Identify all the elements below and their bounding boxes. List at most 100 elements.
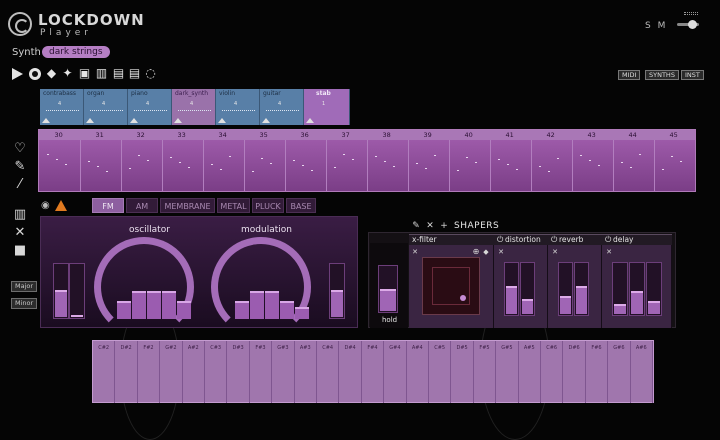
piano-key[interactable]: G#4 — [384, 341, 407, 403]
delay-fader[interactable] — [646, 262, 662, 316]
x-filter-handle[interactable] — [460, 295, 466, 301]
piano-key[interactable]: C#6 — [541, 341, 564, 403]
instrument-slot[interactable]: violin 4 — [216, 89, 260, 125]
tab-fm[interactable]: FM — [92, 198, 124, 213]
fx-header-x-filter[interactable]: x-filter — [409, 234, 494, 245]
shuffle-icon[interactable]: ✕ — [425, 221, 435, 231]
record-icon[interactable] — [29, 68, 41, 80]
triangle-icon[interactable] — [174, 118, 182, 123]
piano-key[interactable]: D#4 — [339, 341, 362, 403]
add-icon[interactable]: ⊕ — [471, 247, 481, 257]
mod-bar[interactable] — [295, 307, 309, 319]
lock-icon[interactable]: ■ — [13, 244, 27, 258]
reverb-fader[interactable] — [574, 262, 589, 316]
midi-button[interactable]: MIDI — [618, 70, 641, 80]
shuffle-icon[interactable]: ✕ — [13, 226, 27, 240]
inst-button[interactable]: INST — [681, 70, 704, 80]
piano-key[interactable]: F#5 — [474, 341, 497, 403]
library-icon[interactable]: ▥ — [95, 67, 108, 80]
tab-base[interactable]: BASE — [286, 198, 316, 213]
piano-key[interactable]: A#6 — [631, 341, 653, 403]
tab-membrane[interactable]: MEMBRANE — [160, 198, 215, 213]
triangle-icon[interactable] — [306, 118, 314, 123]
piano-key[interactable]: A#5 — [519, 341, 541, 403]
mod-bar[interactable] — [265, 291, 279, 319]
piano-key[interactable]: F#6 — [586, 341, 609, 403]
osc-bar[interactable] — [117, 301, 131, 319]
piano-key[interactable]: F#4 — [362, 341, 385, 403]
osc-bar[interactable] — [177, 301, 191, 319]
piano-key[interactable]: C#5 — [429, 341, 452, 403]
edit-icon[interactable]: ✎ — [13, 160, 27, 174]
erase-icon[interactable]: ◆ — [481, 247, 491, 257]
delay-fader[interactable] — [629, 262, 645, 316]
reverb-fader[interactable] — [558, 262, 573, 316]
piano-key[interactable]: C#4 — [317, 341, 340, 403]
piano-key[interactable]: C#3 — [205, 341, 228, 403]
piano-key[interactable]: C#2 — [93, 341, 116, 403]
brush-icon[interactable]: ⁄ — [13, 178, 27, 192]
preset-selector[interactable]: dark strings — [42, 46, 110, 58]
instrument-slot[interactable]: stab 1 — [304, 89, 350, 125]
minor-button[interactable]: Minor — [11, 298, 38, 309]
piano-key[interactable]: F#2 — [138, 341, 161, 403]
triangle-icon[interactable] — [218, 118, 226, 123]
mod-bar[interactable] — [280, 301, 294, 319]
instrument-slot[interactable]: guitar 4 — [260, 89, 304, 125]
fx-header-reverb[interactable]: ⏻ reverb — [548, 234, 602, 245]
piano-key[interactable]: D#5 — [451, 341, 474, 403]
piano-key[interactable]: D#2 — [115, 341, 138, 403]
timeline[interactable]: 30 31 32 33 34 35 36 37 38 39 40 41 42 43 44 45 — [38, 129, 696, 192]
export-icon[interactable]: ▤ — [128, 67, 141, 80]
piano-key[interactable]: F#3 — [250, 341, 273, 403]
refresh-icon[interactable]: ◌ — [144, 67, 157, 80]
shuffle-icon[interactable]: ✕ — [550, 247, 560, 257]
gift-icon[interactable]: ▣ — [78, 67, 91, 80]
power-icon[interactable]: ⏻ — [605, 235, 613, 245]
shuffle-icon[interactable]: ✕ — [496, 247, 506, 257]
piano-key[interactable]: G#5 — [496, 341, 519, 403]
piano-key[interactable]: D#6 — [563, 341, 586, 403]
download-icon[interactable]: ▤ — [112, 67, 125, 80]
heart-icon[interactable]: ♡ — [13, 142, 27, 156]
triangle-icon[interactable] — [42, 118, 50, 123]
tab-metal[interactable]: METAL — [217, 198, 250, 213]
instrument-slot[interactable]: dark_synth 4 — [172, 89, 216, 125]
triangle-icon[interactable] — [86, 118, 94, 123]
tab-am[interactable]: AM — [126, 198, 158, 213]
power-icon[interactable]: ⏻ — [497, 235, 505, 245]
x-filter-pad[interactable] — [422, 257, 480, 315]
magic-wand-icon[interactable]: ✦ — [61, 67, 74, 80]
add-icon[interactable]: + — [439, 221, 449, 231]
size-slider-knob[interactable] — [688, 20, 697, 29]
power-icon[interactable]: ⏻ — [551, 235, 559, 245]
piano-key[interactable]: A#2 — [183, 341, 205, 403]
play-icon[interactable] — [12, 68, 23, 80]
piano-key[interactable]: A#4 — [407, 341, 429, 403]
piano-key[interactable]: G#3 — [272, 341, 295, 403]
piano-key[interactable]: A#3 — [295, 341, 317, 403]
instrument-slot[interactable]: contrabass 4 — [40, 89, 84, 125]
piano-key[interactable]: G#6 — [608, 341, 631, 403]
instrument-slot[interactable]: organ 4 — [84, 89, 128, 125]
mod-bar[interactable] — [235, 301, 249, 319]
shuffle-icon[interactable]: ✕ — [604, 247, 614, 257]
instrument-slot[interactable]: piano 4 — [128, 89, 172, 125]
mod-right-fader[interactable] — [329, 263, 345, 319]
fx-header-distortion[interactable]: ⏻ distortion — [494, 234, 548, 245]
piano-icon[interactable]: ▥ — [13, 208, 27, 222]
triangle-icon[interactable] — [262, 118, 270, 123]
tab-pluck[interactable]: PLUCK — [252, 198, 284, 213]
triangle-icon[interactable] — [130, 118, 138, 123]
osc-bar[interactable] — [147, 291, 161, 319]
major-button[interactable]: Major — [11, 281, 38, 292]
modulation-arc[interactable] — [211, 237, 311, 337]
distortion-fader[interactable] — [520, 262, 535, 316]
fx-header-delay[interactable]: ⏻ delay — [602, 234, 672, 245]
mod-bar[interactable] — [250, 291, 264, 319]
shuffle-icon[interactable]: ✕ — [410, 247, 420, 257]
osc-right-fader[interactable] — [69, 263, 85, 319]
synths-button[interactable]: SYNTHS — [645, 70, 679, 80]
distortion-fader[interactable] — [504, 262, 519, 316]
eye-icon[interactable]: ◉ — [41, 201, 52, 211]
